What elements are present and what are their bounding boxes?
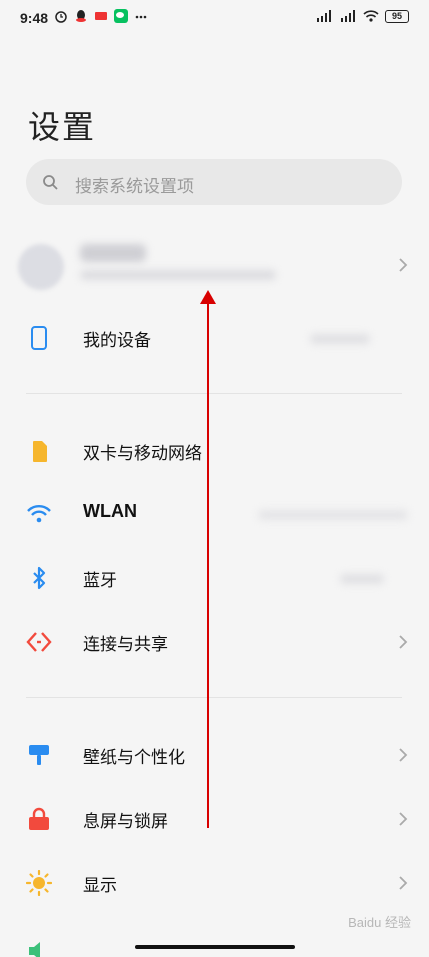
settings-item-wlan[interactable]: WLAN xyxy=(0,486,429,542)
settings-item-sound-partial[interactable] xyxy=(0,930,429,957)
settings-item-label: 我的设备 xyxy=(83,331,151,351)
signal-1-icon xyxy=(317,10,331,22)
system-status-icons: 95 xyxy=(315,9,409,23)
device-model-redacted xyxy=(310,334,370,344)
watermark: Baidu 经验 xyxy=(348,915,411,930)
connection-share-icon xyxy=(26,632,52,652)
chevron-right-icon xyxy=(399,635,408,649)
account-name-redacted xyxy=(80,244,146,262)
paint-roller-icon xyxy=(29,745,49,765)
settings-item-label: 蓝牙 xyxy=(83,571,117,591)
battery-icon: 95 xyxy=(385,9,409,23)
sim-card-icon xyxy=(33,441,47,462)
settings-item-label: 双卡与移动网络 xyxy=(83,444,202,464)
settings-item-display[interactable]: 显示 xyxy=(0,855,429,911)
bluetooth-icon xyxy=(33,566,46,590)
home-indicator[interactable] xyxy=(135,945,295,949)
bluetooth-status-redacted xyxy=(340,574,384,584)
search-placeholder: 搜索系统设置项 xyxy=(75,177,194,197)
status-time: 9:48 xyxy=(20,10,49,26)
alarm-icon xyxy=(55,11,67,23)
settings-item-connection[interactable]: 连接与共享 xyxy=(0,614,429,670)
divider xyxy=(26,697,402,698)
chevron-right-icon xyxy=(399,258,408,272)
more-notifications-icon xyxy=(135,15,147,19)
divider xyxy=(26,393,402,394)
settings-item-label: 息屏与锁屏 xyxy=(83,812,168,832)
wechat-icon xyxy=(114,9,128,23)
wifi-icon xyxy=(27,505,51,523)
wifi-network-redacted xyxy=(258,510,408,520)
notification-icons xyxy=(54,9,148,23)
sun-brightness-icon xyxy=(26,870,52,896)
chevron-right-icon xyxy=(399,876,408,890)
settings-item-my-device[interactable]: 我的设备 xyxy=(0,310,429,366)
settings-item-wallpaper[interactable]: 壁纸与个性化 xyxy=(0,727,429,783)
lock-icon xyxy=(29,807,49,830)
signal-2-icon xyxy=(341,10,355,22)
avatar xyxy=(18,244,64,290)
search-input[interactable]: 搜索系统设置项 xyxy=(26,159,402,205)
status-bar: 9:48 95 xyxy=(0,0,429,36)
settings-item-label: 连接与共享 xyxy=(83,635,168,655)
qq-icon xyxy=(76,10,86,22)
search-icon xyxy=(43,175,58,190)
sound-icon xyxy=(29,942,40,957)
account-id-redacted xyxy=(80,270,276,280)
settings-item-label: 显示 xyxy=(83,876,117,896)
chevron-right-icon xyxy=(399,812,408,826)
chevron-right-icon xyxy=(399,748,408,762)
battery-level: 95 xyxy=(391,11,402,21)
news-app-icon xyxy=(95,12,107,20)
page-title: 设置 xyxy=(28,108,97,146)
settings-item-lockscreen[interactable]: 息屏与锁屏 xyxy=(0,791,429,847)
annotation-arrow-line xyxy=(207,298,209,828)
settings-item-dual-sim[interactable]: 双卡与移动网络 xyxy=(0,423,429,479)
phone-device-icon xyxy=(31,326,47,350)
settings-item-label: 壁纸与个性化 xyxy=(83,748,185,768)
wifi-status-icon xyxy=(363,10,379,22)
annotation-arrow-head xyxy=(200,290,216,304)
settings-item-label: WLAN xyxy=(83,501,137,521)
settings-item-bluetooth[interactable]: 蓝牙 xyxy=(0,550,429,606)
